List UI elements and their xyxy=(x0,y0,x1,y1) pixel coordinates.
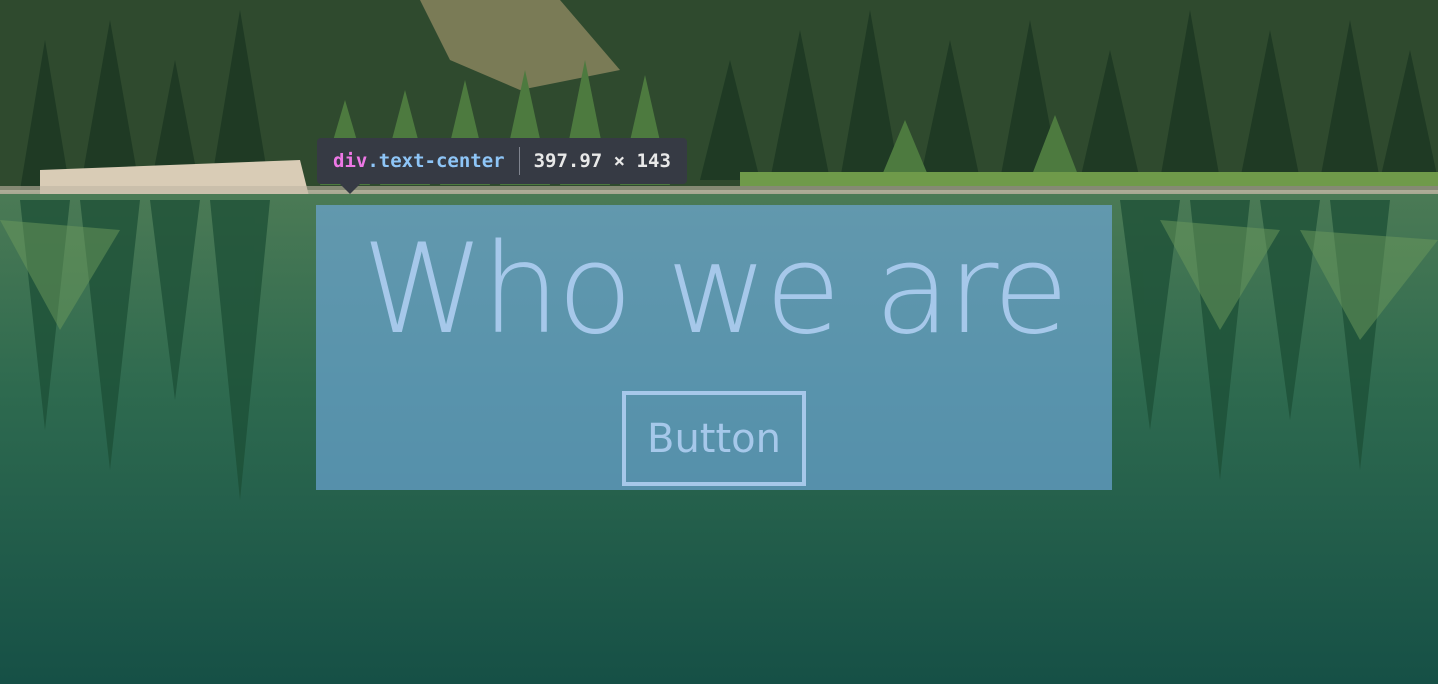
tooltip-tag-name: div xyxy=(333,150,368,172)
devtools-inspector-tooltip: div .text-center 397.97 × 143 xyxy=(317,138,687,184)
tooltip-class-name: .text-center xyxy=(367,150,505,172)
tooltip-dimensions: 397.97 × 143 xyxy=(533,150,671,172)
hero-headline: Who we are xyxy=(361,218,1069,362)
text-center-container: Who we are Button xyxy=(316,205,1112,490)
tooltip-divider xyxy=(518,147,520,175)
tooltip-arrow xyxy=(340,184,360,194)
hero-button[interactable]: Button xyxy=(622,391,806,486)
hero-section: Who we are Button xyxy=(0,0,1438,684)
